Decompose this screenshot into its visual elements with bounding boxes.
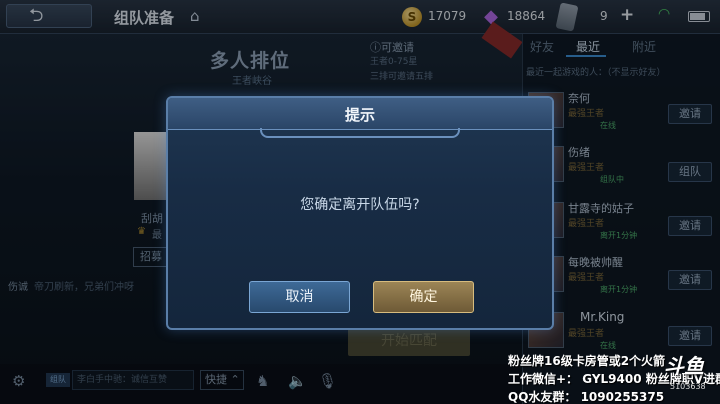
stream-overlay-line-1: 粉丝牌16级卡房管或2个火箭 <box>508 354 666 368</box>
confirm-dialog: 提示 您确定离开队伍吗? 取消 确定 <box>166 96 554 330</box>
dialog-title: 提示 <box>344 106 375 124</box>
stream-overlay-line-3: QQ水友群： 1090255375 <box>508 390 665 404</box>
dialog-header-ornament <box>260 128 460 138</box>
dialog-header: 提示 <box>168 98 552 130</box>
stream-room-id: 5103638 <box>670 382 706 391</box>
stream-logo: 斗鱼 <box>664 354 704 378</box>
cancel-button[interactable]: 取消 <box>249 281 350 313</box>
game-scene: ⮌ 组队准备 ⌂ S 17079 ◆ 18864 9 + ◠ 多人排位 王者峡谷… <box>0 0 720 404</box>
dialog-message: 您确定离开队伍吗? <box>300 197 420 213</box>
confirm-button[interactable]: 确定 <box>373 281 474 313</box>
